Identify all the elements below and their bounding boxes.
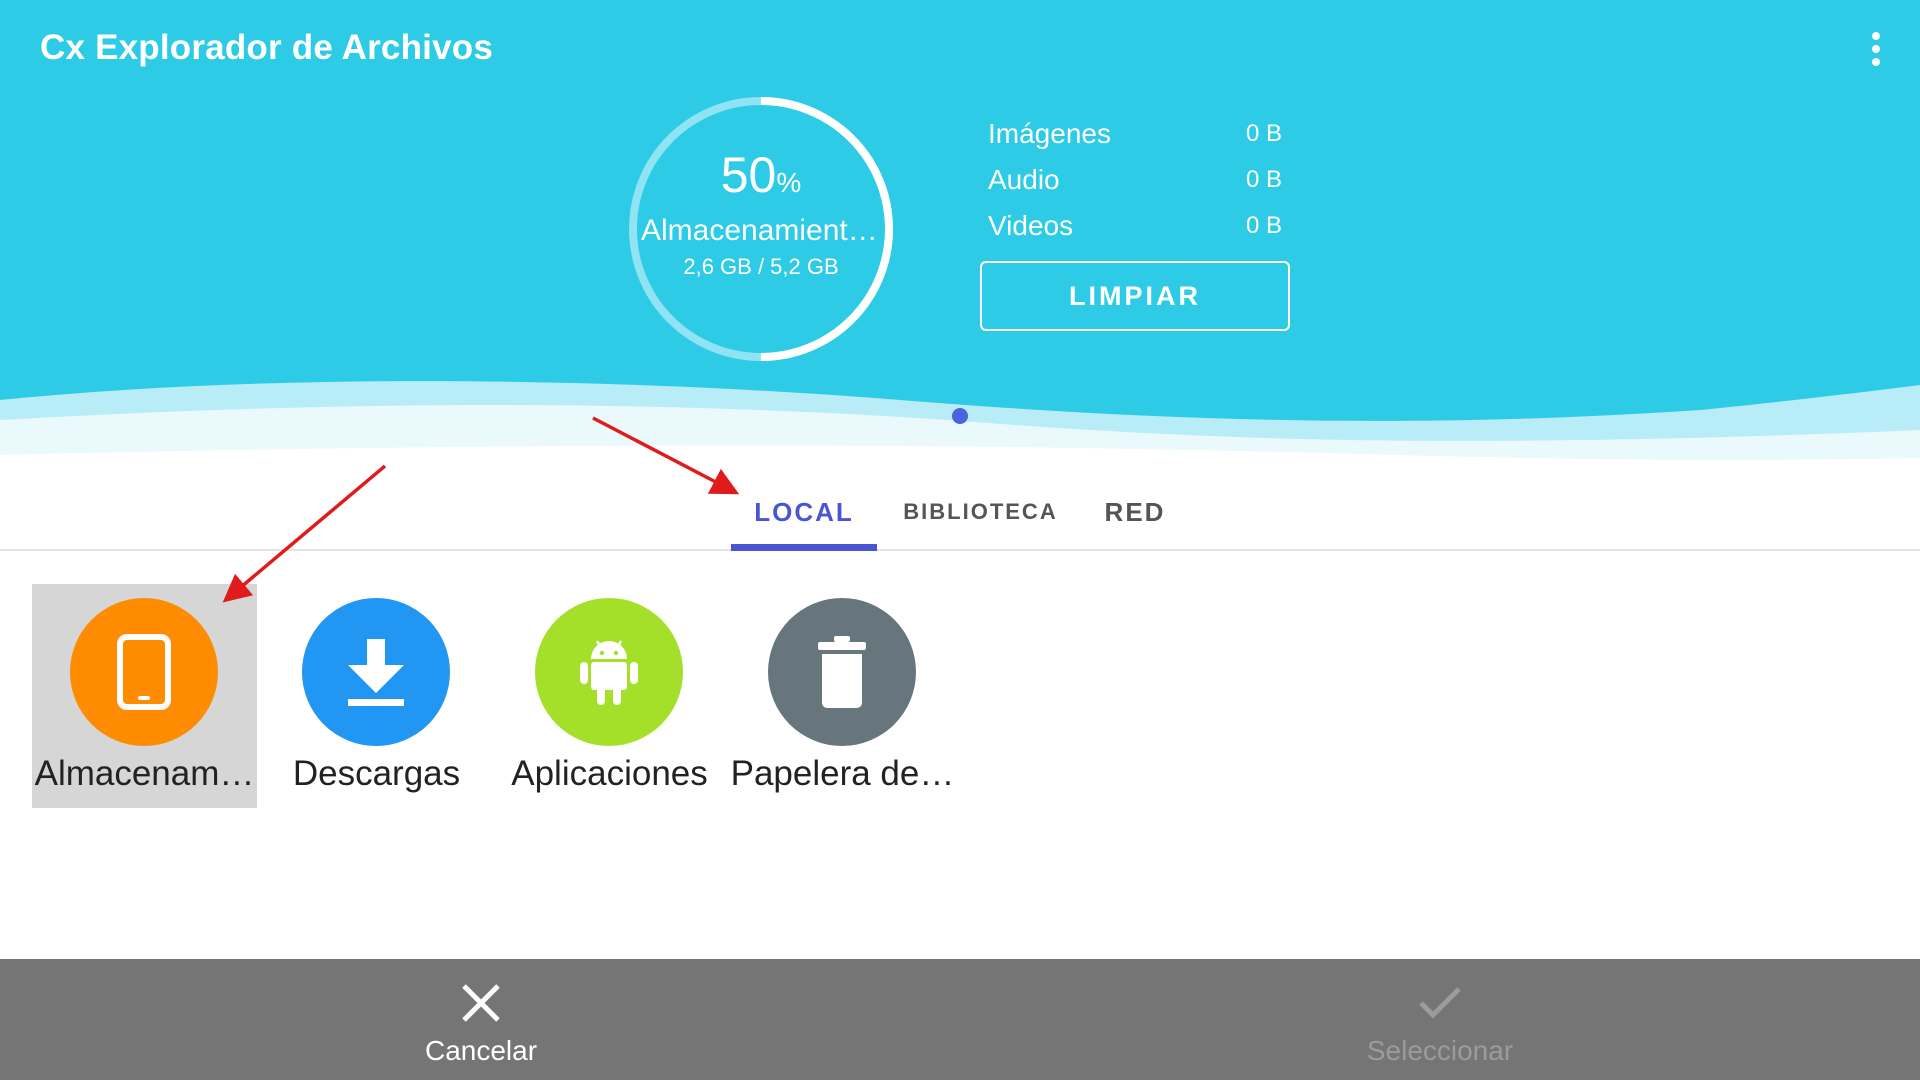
page-indicator-dot	[952, 408, 968, 424]
location-grid: Almacenam… Descargas Aplicaciones Papele…	[0, 551, 1920, 959]
tab-red[interactable]: RED	[1090, 475, 1180, 549]
tablet-icon	[70, 598, 218, 746]
percent-number: 50	[720, 147, 777, 203]
tab-biblioteca[interactable]: BIBLIOTECA	[893, 475, 1068, 549]
tab-local[interactable]: LOCAL	[731, 475, 877, 551]
close-icon	[459, 981, 503, 1027]
location-item-downloads[interactable]: Descargas	[264, 584, 489, 808]
cancel-button[interactable]: Cancelar	[331, 959, 631, 1080]
location-item-apps[interactable]: Aplicaciones	[497, 584, 722, 808]
location-label: Descargas	[292, 754, 461, 793]
android-icon	[535, 598, 683, 746]
location-label: Papelera de…	[730, 754, 955, 793]
stat-label: Videos	[988, 210, 1074, 241]
stat-value: 0 B	[1245, 212, 1282, 239]
stat-row-audio[interactable]: Audio 0 B	[988, 162, 1284, 208]
download-icon	[302, 598, 450, 746]
check-icon	[1417, 981, 1463, 1027]
location-item-trash[interactable]: Papelera de…	[730, 584, 955, 808]
app-title: Cx Explorador de Archivos	[40, 28, 493, 67]
stat-label: Imágenes	[988, 118, 1111, 149]
tab-bar: LOCAL BIBLIOTECA RED	[0, 475, 1920, 551]
wave-decoration	[0, 381, 1920, 475]
storage-header: Cx Explorador de Archivos 50% Almacenami…	[0, 0, 1920, 475]
trash-icon	[768, 598, 916, 746]
location-label: Aplicaciones	[511, 754, 708, 793]
stat-value: 0 B	[1245, 120, 1282, 147]
storage-name: Almacenamiento interno	[641, 214, 881, 247]
category-stats: Imágenes 0 B Audio 0 B Videos 0 B	[988, 116, 1284, 254]
storage-usage-text: 2,6 GB / 5,2 GB	[683, 254, 839, 279]
stat-row-images[interactable]: Imágenes 0 B	[988, 116, 1284, 162]
select-button: Seleccionar	[1290, 959, 1590, 1080]
stat-value: 0 B	[1245, 166, 1282, 193]
bottom-action-bar: Cancelar Seleccionar	[0, 959, 1920, 1080]
stat-row-videos[interactable]: Videos 0 B	[988, 208, 1284, 254]
location-item-storage[interactable]: Almacenam…	[32, 584, 257, 808]
storage-usage-ring[interactable]: 50% Almacenamiento interno 2,6 GB / 5,2 …	[626, 94, 896, 364]
storage-percent: 50%	[626, 146, 896, 204]
location-label: Almacenam…	[34, 754, 255, 793]
cancel-label: Cancelar	[424, 1035, 538, 1066]
stat-label: Audio	[988, 164, 1060, 195]
overflow-menu-icon[interactable]	[1856, 26, 1896, 72]
percent-unit: %	[776, 167, 802, 198]
select-label: Seleccionar	[1366, 1035, 1514, 1066]
clean-button[interactable]: LIMPIAR	[980, 261, 1290, 331]
